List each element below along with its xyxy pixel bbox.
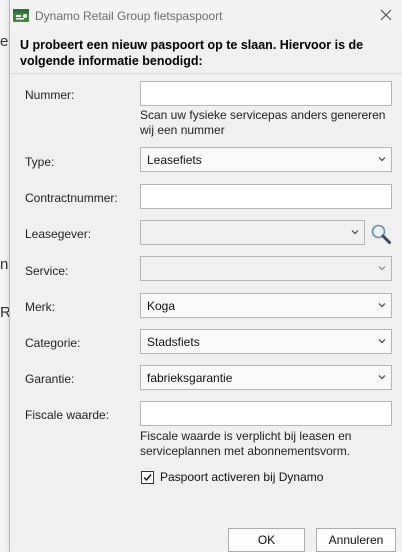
nummer-input[interactable] [140, 81, 392, 106]
dialog-title: Dynamo Retail Group fietspaspoort [35, 9, 223, 23]
categorie-select[interactable]: Stadsfiets [140, 329, 392, 354]
garantie-value: fabrieksgarantie [147, 371, 233, 385]
fiscale-waarde-label: Fiscale waarde: [25, 408, 110, 422]
activate-passport-label[interactable]: Paspoort activeren bij Dynamo [160, 470, 323, 484]
passport-dialog: Dynamo Retail Group fietspaspoort U prob… [9, 0, 402, 552]
background-text-fragment: e [0, 33, 9, 50]
contractnummer-input[interactable] [140, 184, 392, 209]
merk-label: Merk: [25, 300, 55, 314]
nummer-hint-line-1: Scan uw fysieke servicepas anders genere… [140, 108, 386, 122]
chevron-down-icon [378, 266, 386, 271]
search-icon[interactable] [370, 223, 392, 245]
leasegever-label: Leasegever: [25, 227, 92, 241]
leasegever-select[interactable] [140, 220, 365, 245]
activate-passport-checkbox[interactable] [141, 471, 154, 484]
garantie-select[interactable]: fabrieksgarantie [140, 365, 392, 390]
categorie-value: Stadsfiets [147, 335, 200, 349]
checkmark-icon [143, 474, 152, 482]
nummer-label: Nummer: [25, 88, 75, 102]
garantie-label: Garantie: [25, 372, 75, 386]
fiscale-waarde-hint-line-2: serviceplannen met abonnementsvorm. [140, 444, 351, 458]
chevron-down-icon [351, 230, 359, 235]
type-select[interactable]: Leasefiets [140, 147, 392, 172]
close-icon[interactable] [377, 6, 395, 24]
ok-button[interactable]: OK [228, 528, 305, 552]
categorie-label: Categorie: [25, 336, 81, 350]
divider [10, 73, 402, 74]
chevron-down-icon [378, 339, 386, 344]
fiscale-waarde-hint: Fiscale waarde is verplicht bij leasen e… [140, 429, 351, 459]
service-label: Service: [25, 264, 69, 278]
type-label: Type: [25, 155, 55, 169]
nummer-hint: Scan uw fysieke servicepas anders genere… [140, 108, 385, 138]
merk-select[interactable]: Koga [140, 293, 392, 318]
background-text-fragment: n [0, 256, 9, 273]
nummer-hint-line-2: wij een nummer [140, 123, 225, 137]
type-value: Leasefiets [147, 153, 202, 167]
chevron-down-icon [378, 157, 386, 162]
dialog-heading: U probeert een nieuw paspoort op te slaa… [20, 37, 395, 69]
heading-line-2: volgende informatie benodigd: [20, 54, 203, 68]
dynamo-app-icon [13, 9, 29, 22]
title-bar: Dynamo Retail Group fietspaspoort [10, 0, 402, 32]
merk-value: Koga [147, 299, 176, 313]
cancel-button[interactable]: Annuleren [316, 528, 396, 552]
fiscale-waarde-hint-line-1: Fiscale waarde is verplicht bij leasen e… [140, 429, 352, 443]
chevron-down-icon [378, 303, 386, 308]
fiscale-waarde-input[interactable] [140, 401, 392, 426]
service-select[interactable] [140, 256, 392, 281]
chevron-down-icon [378, 375, 386, 380]
heading-line-1: U probeert een nieuw paspoort op te slaa… [20, 38, 364, 52]
contractnummer-label: Contractnummer: [25, 191, 118, 205]
